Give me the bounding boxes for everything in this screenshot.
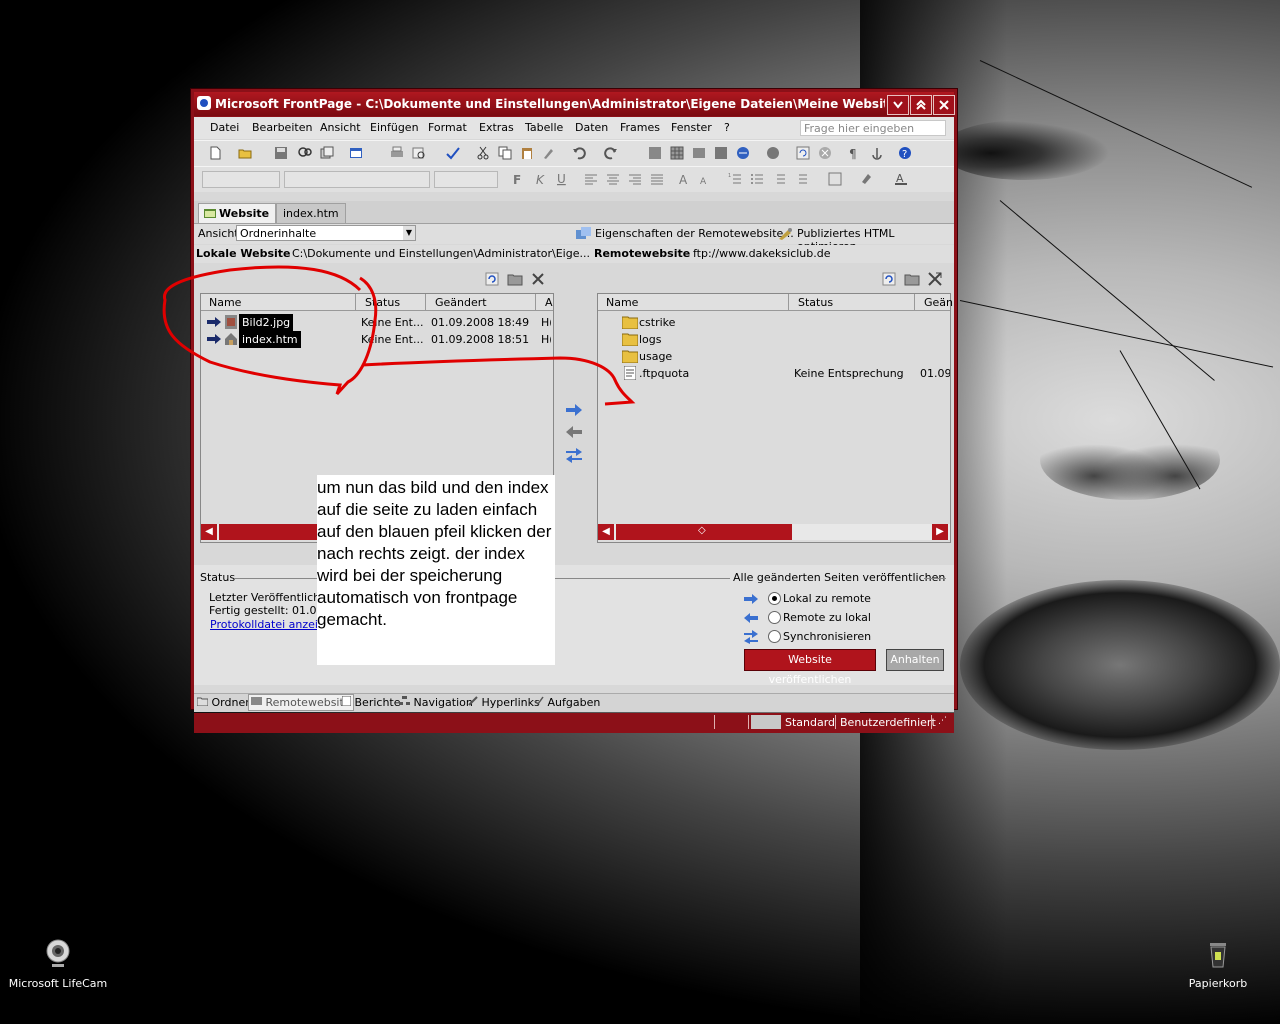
instruction-note: um nun das bild und den index auf die se…	[317, 475, 555, 665]
red-circle-annotation	[162, 265, 378, 396]
red-annotation-overlay	[162, 265, 636, 406]
red-arrow-annotation	[361, 356, 636, 406]
